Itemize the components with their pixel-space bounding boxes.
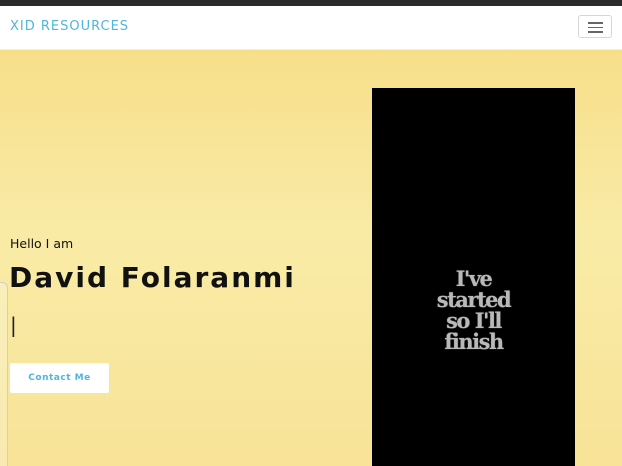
- navbar-toggle-button[interactable]: [578, 15, 612, 38]
- poster-line-2: started: [436, 287, 512, 312]
- typed-text-cursor: |: [10, 313, 17, 337]
- poster-line-3: so I'll: [446, 308, 502, 333]
- hero-greeting: Hello I am: [10, 236, 74, 251]
- contact-me-button[interactable]: Contact Me: [10, 363, 109, 393]
- navbar: XID RESOURCES: [0, 6, 622, 50]
- hero-section: Hello I am David Folaranmi | Contact Me …: [0, 50, 622, 466]
- hero-name: David Folaranmi: [9, 261, 296, 294]
- poster-line-4: finish: [444, 329, 504, 354]
- poster-quote: I've started so I'll finish: [372, 268, 575, 352]
- motivational-poster: I've started so I'll finish: [372, 88, 575, 466]
- side-panel-edge: [0, 282, 8, 466]
- brand-link[interactable]: XID RESOURCES: [10, 19, 129, 34]
- poster-line-1: I've: [455, 266, 493, 291]
